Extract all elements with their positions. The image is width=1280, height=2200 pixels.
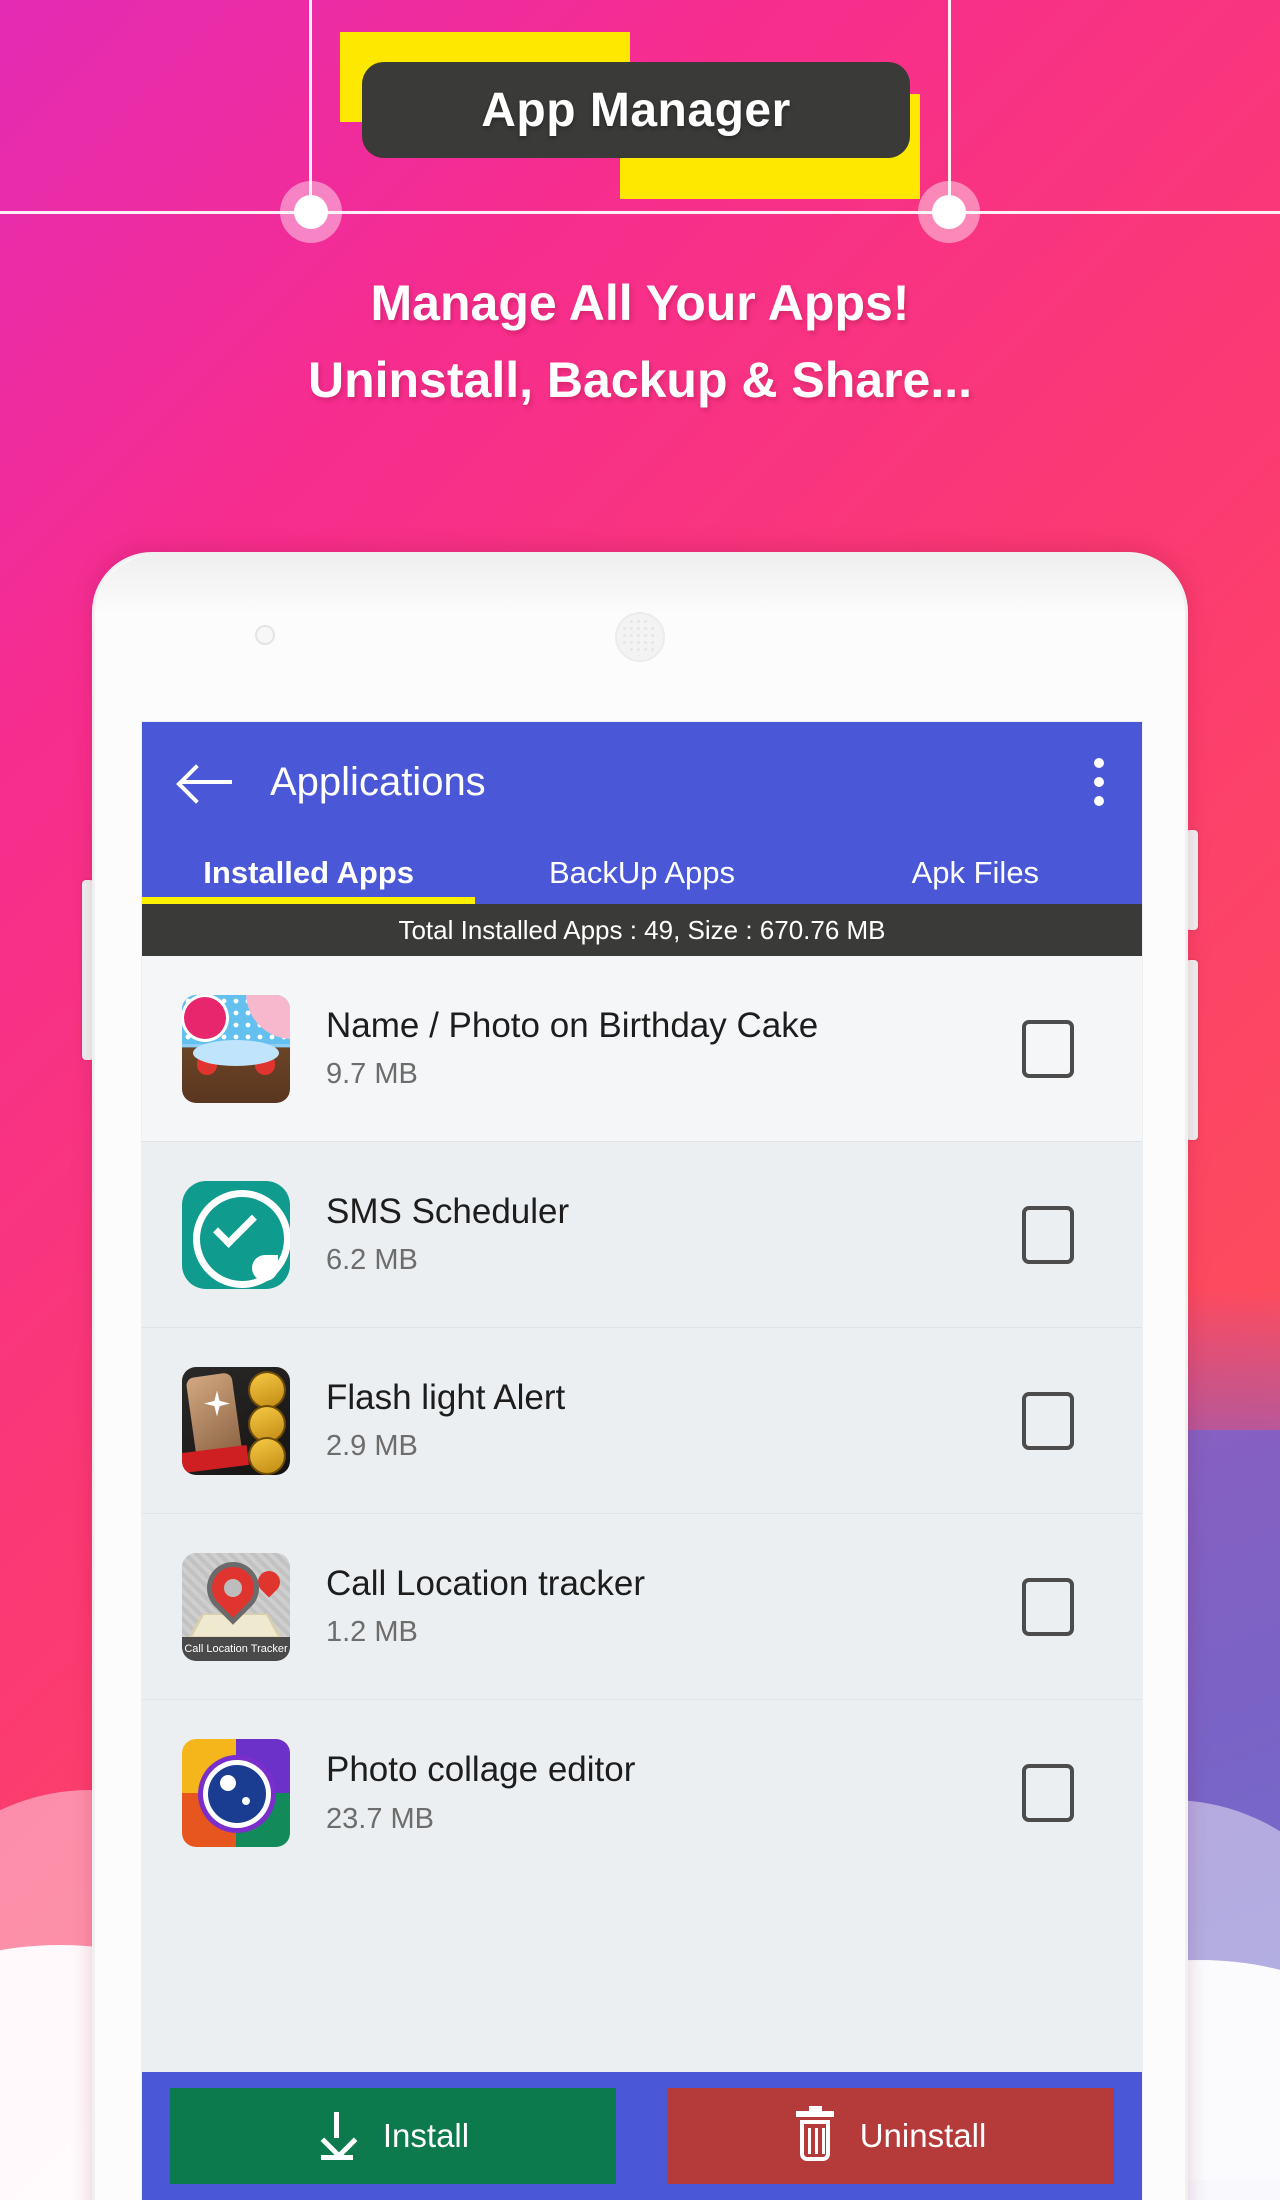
flash-badge-shape [250, 1372, 284, 1407]
list-item[interactable]: Flash light Alert 2.9 MB [142, 1328, 1142, 1514]
collage-glint-shape [220, 1775, 236, 1791]
sms-check-mark [213, 1203, 257, 1248]
sms-bubble-tail [252, 1254, 278, 1281]
app-name: Photo collage editor [326, 1750, 636, 1790]
hero-title-text: App Manager [481, 83, 791, 137]
list-item-meta: SMS Scheduler 6.2 MB [326, 1192, 1022, 1277]
kebab-menu-icon[interactable] [1094, 758, 1104, 806]
promo-stage: App Manager Manage All Your Apps! Uninst… [0, 0, 1280, 2200]
cake-brush-shape [246, 994, 290, 1039]
flash-badge-shape [250, 1438, 284, 1473]
tagline-line-2: Uninstall, Backup & Share... [307, 352, 973, 408]
tab-backup-apps[interactable]: BackUp Apps [475, 842, 808, 904]
hero-title-badge: App Manager [340, 26, 940, 199]
list-item[interactable]: Call Location Tracker Call Location trac… [142, 1514, 1142, 1700]
app-name: Flash light Alert [326, 1377, 566, 1417]
download-icon [317, 2112, 357, 2160]
front-camera-icon [255, 625, 275, 645]
action-bar: Install Uninstall [142, 2072, 1142, 2200]
tab-active-indicator [142, 897, 475, 904]
tab-apk-files[interactable]: Apk Files [809, 842, 1142, 904]
collage-glint-shape [242, 1797, 250, 1805]
cake-drip-shape [210, 1042, 251, 1065]
install-button-label: Install [382, 2117, 470, 2154]
flash-badge-shape [250, 1406, 284, 1441]
app-select-checkbox[interactable] [1022, 1019, 1074, 1078]
app-size: 1.2 MB [326, 1616, 418, 1649]
earpiece-speaker-icon [615, 612, 665, 662]
trash-body [799, 2120, 830, 2161]
connector-dot-left [280, 181, 342, 243]
app-size: 9.7 MB [326, 1058, 418, 1091]
tagline-line-1: Manage All Your Apps! [370, 275, 910, 331]
list-item-meta: Photo collage editor 23.7 MB [326, 1750, 1022, 1835]
download-icon-base [320, 2155, 353, 2160]
app-select-checkbox[interactable] [1022, 1391, 1074, 1450]
map-small-pin-icon [253, 1565, 285, 1598]
connector-line-horizontal [0, 211, 1280, 214]
app-name: Name / Photo on Birthday Cake [326, 1005, 819, 1045]
app-name: SMS Scheduler [326, 1191, 570, 1231]
app-select-checkbox[interactable] [1022, 1205, 1074, 1264]
connector-dot-right [918, 181, 980, 243]
installed-apps-list: Name / Photo on Birthday Cake 9.7 MB SMS… [142, 956, 1142, 1886]
list-item[interactable]: Photo collage editor 23.7 MB [142, 1700, 1142, 1886]
map-road-shape [186, 1612, 284, 1640]
kebab-dot [1094, 777, 1104, 787]
list-item-meta: Name / Photo on Birthday Cake 9.7 MB [326, 1006, 1022, 1091]
map-icon-label: Call Location Tracker [182, 1636, 290, 1661]
cake-berry-shape [254, 1054, 275, 1075]
collage-lens-shape [208, 1765, 266, 1823]
phone-bezel-shine [95, 555, 1185, 615]
kebab-dot [1094, 758, 1104, 768]
sms-scheduler-app-icon [182, 1180, 290, 1289]
call-location-tracker-app-icon: Call Location Tracker [182, 1552, 290, 1661]
phone-screen: Applications Installed Apps BackUp Apps … [142, 722, 1142, 2200]
uninstall-button[interactable]: Uninstall [668, 2088, 1114, 2184]
map-pin-icon [203, 1557, 263, 1618]
list-item[interactable]: Name / Photo on Birthday Cake 9.7 MB [142, 956, 1142, 1142]
app-size: 23.7 MB [326, 1802, 434, 1835]
list-item[interactable]: SMS Scheduler 6.2 MB [142, 1142, 1142, 1328]
app-bar-title: Applications [270, 759, 486, 804]
flash-label-strip [182, 1444, 249, 1473]
tab-installed-apps[interactable]: Installed Apps [142, 842, 475, 904]
photo-collage-editor-app-icon [182, 1739, 290, 1847]
flash-light-alert-app-icon [182, 1366, 290, 1475]
cake-berry-shape [197, 1054, 218, 1075]
arrow-left-icon[interactable] [180, 762, 236, 802]
list-item-meta: Flash light Alert 2.9 MB [326, 1378, 1022, 1463]
hero-tagline: Manage All Your Apps! Uninstall, Backup … [0, 265, 1280, 419]
trash-lid [795, 2111, 834, 2117]
app-size: 6.2 MB [326, 1244, 418, 1277]
list-item-meta: Call Location tracker 1.2 MB [326, 1564, 1022, 1649]
install-button[interactable]: Install [170, 2088, 616, 2184]
tab-bar: Installed Apps BackUp Apps Apk Files [142, 842, 1142, 904]
app-bar: Applications Installed Apps BackUp Apps … [142, 722, 1142, 904]
uninstall-button-label: Uninstall [859, 2117, 987, 2154]
app-select-checkbox[interactable] [1022, 1577, 1074, 1636]
summary-bar: Total Installed Apps : 49, Size : 670.76… [142, 904, 1142, 956]
app-name: Call Location tracker [326, 1563, 646, 1603]
app-size: 2.9 MB [326, 1430, 418, 1463]
app-select-checkbox[interactable] [1022, 1764, 1074, 1822]
kebab-dot [1094, 796, 1104, 806]
birthday-cake-app-icon [182, 994, 290, 1103]
title-pill: App Manager [362, 62, 910, 158]
cake-badge-shape [184, 996, 226, 1039]
trash-icon [795, 2106, 834, 2161]
